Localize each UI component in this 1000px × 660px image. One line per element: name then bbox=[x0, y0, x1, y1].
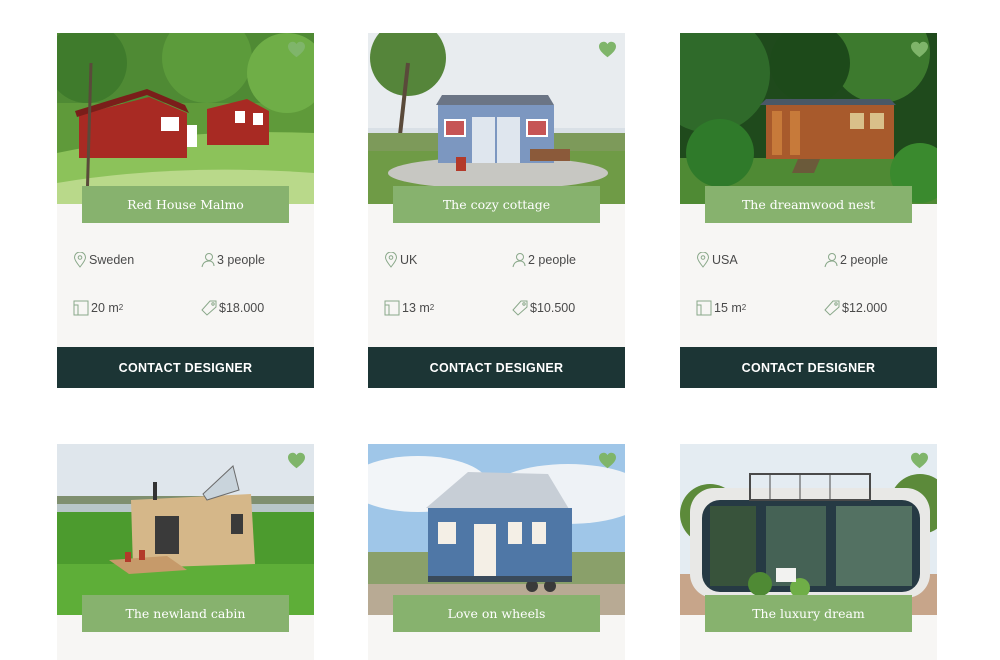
house-card: The cozy cottage UK 2 people 13 m2 $10.5… bbox=[368, 33, 625, 388]
card-title: The luxury dream bbox=[705, 595, 912, 632]
area-info: 13 m2 bbox=[384, 300, 434, 316]
favorite-heart-icon[interactable] bbox=[598, 41, 617, 58]
card-title: The dreamwood nest bbox=[705, 186, 912, 223]
house-card: Red House Malmo Sweden 3 people 20 m2 $1… bbox=[57, 33, 314, 388]
favorite-heart-icon[interactable] bbox=[910, 41, 929, 58]
location-text: Sweden bbox=[89, 253, 135, 267]
favorite-heart-icon[interactable] bbox=[598, 452, 617, 469]
card-title: The cozy cottage bbox=[393, 186, 600, 223]
area-info: 20 m2 bbox=[73, 300, 123, 316]
area-icon bbox=[696, 300, 712, 316]
house-card: Love on wheels bbox=[368, 444, 625, 660]
area-text: 15 m bbox=[714, 301, 742, 315]
price-info: $10.500 bbox=[512, 300, 575, 316]
favorite-heart-icon[interactable] bbox=[287, 452, 306, 469]
area-text: 13 m bbox=[402, 301, 430, 315]
location-text: USA bbox=[712, 253, 738, 267]
area-info: 15 m2 bbox=[696, 300, 746, 316]
location-text: UK bbox=[400, 253, 418, 267]
price-text: $18.000 bbox=[219, 301, 265, 315]
contact-designer-button[interactable]: CONTACT DESIGNER bbox=[57, 347, 314, 388]
house-card: The luxury dream bbox=[680, 444, 937, 660]
card-title: The newland cabin bbox=[82, 595, 289, 632]
card-title: Love on wheels bbox=[393, 595, 600, 632]
house-card: The dreamwood nest USA 2 people 15 m2 $1… bbox=[680, 33, 937, 388]
house-card: The newland cabin bbox=[57, 444, 314, 660]
price-text: $12.000 bbox=[842, 301, 888, 315]
price-info: $18.000 bbox=[201, 300, 264, 316]
area-icon bbox=[384, 300, 400, 316]
location-pin-icon bbox=[384, 252, 398, 268]
person-icon bbox=[512, 253, 526, 268]
house-photo[interactable] bbox=[368, 444, 625, 615]
favorite-heart-icon[interactable] bbox=[287, 41, 306, 58]
location-pin-icon bbox=[73, 252, 87, 268]
people-info: 2 people bbox=[824, 252, 888, 268]
price-text: $10.500 bbox=[530, 301, 576, 315]
people-info: 2 people bbox=[512, 252, 576, 268]
price-tag-icon bbox=[201, 300, 217, 316]
house-photo[interactable] bbox=[57, 33, 314, 204]
people-text: 2 people bbox=[528, 253, 576, 267]
person-icon bbox=[201, 253, 215, 268]
house-photo[interactable] bbox=[368, 33, 625, 204]
location-info: UK bbox=[384, 252, 417, 268]
area-icon bbox=[73, 300, 89, 316]
people-text: 3 people bbox=[217, 253, 265, 267]
location-info: Sweden bbox=[73, 252, 134, 268]
house-photo[interactable] bbox=[680, 444, 937, 615]
price-tag-icon bbox=[512, 300, 528, 316]
person-icon bbox=[824, 253, 838, 268]
contact-designer-button[interactable]: CONTACT DESIGNER bbox=[368, 347, 625, 388]
people-info: 3 people bbox=[201, 252, 265, 268]
area-text: 20 m bbox=[91, 301, 119, 315]
people-text: 2 people bbox=[840, 253, 888, 267]
house-photo[interactable] bbox=[680, 33, 937, 204]
card-title: Red House Malmo bbox=[82, 186, 289, 223]
contact-designer-button[interactable]: CONTACT DESIGNER bbox=[680, 347, 937, 388]
location-info: USA bbox=[696, 252, 738, 268]
house-photo[interactable] bbox=[57, 444, 314, 615]
price-tag-icon bbox=[824, 300, 840, 316]
price-info: $12.000 bbox=[824, 300, 887, 316]
favorite-heart-icon[interactable] bbox=[910, 452, 929, 469]
location-pin-icon bbox=[696, 252, 710, 268]
